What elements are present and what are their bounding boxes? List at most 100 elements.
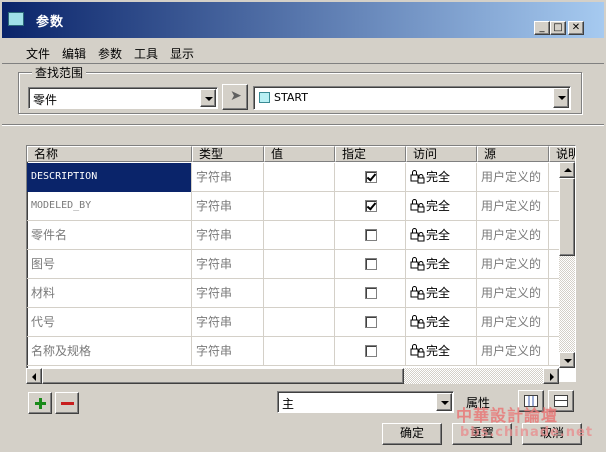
menu-edit[interactable]: 编辑 bbox=[62, 45, 86, 62]
param-type-cell[interactable]: 字符串 bbox=[192, 308, 264, 337]
lock-icon bbox=[410, 228, 425, 242]
param-source-cell[interactable]: 用户定义的 bbox=[477, 250, 549, 279]
scroll-down-button[interactable] bbox=[559, 352, 575, 368]
vertical-scroll-thumb[interactable] bbox=[559, 178, 575, 256]
param-type-cell[interactable]: 字符串 bbox=[192, 192, 264, 221]
model-select[interactable]: START bbox=[253, 86, 571, 110]
param-access-cell[interactable]: 完全 bbox=[406, 221, 477, 250]
scroll-up-button[interactable] bbox=[559, 162, 575, 178]
param-source-cell[interactable]: 用户定义的 bbox=[477, 337, 549, 366]
param-access-cell[interactable]: 完全 bbox=[406, 279, 477, 308]
lock-icon bbox=[410, 286, 425, 300]
forum-watermark-url: bbs.chinade.net bbox=[460, 425, 594, 440]
param-access-cell[interactable]: 完全 bbox=[406, 337, 477, 366]
ok-button[interactable]: 确定 bbox=[382, 423, 442, 445]
table-row[interactable]: MODELED_BY 字符串 完全 用户定义的 bbox=[27, 192, 573, 221]
param-source-cell[interactable]: 用户定义的 bbox=[477, 308, 549, 337]
col-value[interactable]: 值 bbox=[264, 146, 335, 162]
filter-select[interactable]: 主 bbox=[277, 391, 454, 413]
designated-checkbox[interactable] bbox=[365, 287, 377, 299]
access-level-text: 完全 bbox=[426, 170, 451, 184]
param-designated-cell[interactable] bbox=[335, 221, 406, 250]
remove-parameter-button[interactable] bbox=[55, 392, 79, 414]
scroll-left-button[interactable] bbox=[26, 368, 42, 384]
col-type[interactable]: 类型 bbox=[192, 146, 264, 162]
param-value-cell[interactable] bbox=[264, 337, 335, 366]
col-access[interactable]: 访问 bbox=[406, 146, 477, 162]
param-designated-cell[interactable] bbox=[335, 250, 406, 279]
table-row[interactable]: 零件名 字符串 完全 用户定义的 bbox=[27, 221, 573, 250]
param-name-cell[interactable]: 图号 bbox=[27, 250, 192, 279]
scroll-right-button[interactable] bbox=[543, 368, 559, 384]
table-row[interactable]: 材料 字符串 完全 用户定义的 bbox=[27, 279, 573, 308]
menu-tools[interactable]: 工具 bbox=[134, 45, 158, 62]
lock-icon bbox=[410, 315, 425, 329]
col-description[interactable]: 说明 bbox=[549, 146, 575, 162]
menu-file[interactable]: 文件 bbox=[26, 45, 50, 62]
param-type-cell[interactable]: 字符串 bbox=[192, 221, 264, 250]
col-name[interactable]: 名称 bbox=[27, 146, 192, 162]
filter-select-value: 主 bbox=[282, 397, 295, 411]
param-name-cell[interactable]: DESCRIPTION bbox=[27, 163, 192, 192]
param-value-cell[interactable] bbox=[264, 250, 335, 279]
table-row[interactable]: 名称及规格 字符串 完全 用户定义的 bbox=[27, 337, 573, 366]
param-designated-cell[interactable] bbox=[335, 308, 406, 337]
col-source[interactable]: 源 bbox=[477, 146, 549, 162]
param-type-cell[interactable]: 字符串 bbox=[192, 279, 264, 308]
app-icon bbox=[8, 12, 24, 26]
forum-watermark: 中華設計論壇 bbox=[456, 406, 559, 425]
param-access-cell[interactable]: 完全 bbox=[406, 250, 477, 279]
vertical-scrollbar[interactable] bbox=[559, 162, 575, 368]
table-row[interactable]: DESCRIPTION 字符串 完全 用户定义的 bbox=[27, 163, 573, 192]
param-type-cell[interactable]: 字符串 bbox=[192, 163, 264, 192]
horizontal-scrollbar[interactable] bbox=[26, 368, 559, 384]
designated-checkbox[interactable] bbox=[365, 200, 377, 212]
param-source-cell[interactable]: 用户定义的 bbox=[477, 192, 549, 221]
minimize-button[interactable]: _ bbox=[534, 21, 550, 35]
param-value-cell[interactable] bbox=[264, 221, 335, 250]
param-name-cell[interactable]: MODELED_BY bbox=[27, 192, 192, 221]
param-designated-cell[interactable] bbox=[335, 279, 406, 308]
menu-display[interactable]: 显示 bbox=[170, 45, 194, 62]
designated-checkbox[interactable] bbox=[365, 345, 377, 357]
param-type-cell[interactable]: 字符串 bbox=[192, 250, 264, 279]
param-name-cell[interactable]: 零件名 bbox=[27, 221, 192, 250]
param-source-cell[interactable]: 用户定义的 bbox=[477, 163, 549, 192]
designated-checkbox[interactable] bbox=[365, 258, 377, 270]
param-value-cell[interactable] bbox=[264, 308, 335, 337]
close-button[interactable]: ✕ bbox=[568, 21, 584, 35]
designated-checkbox[interactable] bbox=[365, 316, 377, 328]
table-row[interactable]: 代号 字符串 完全 用户定义的 bbox=[27, 308, 573, 337]
param-value-cell[interactable] bbox=[264, 279, 335, 308]
chevron-down-icon[interactable] bbox=[553, 88, 569, 108]
maximize-button[interactable]: □ bbox=[550, 21, 566, 35]
chevron-down-icon[interactable] bbox=[436, 393, 452, 411]
param-designated-cell[interactable] bbox=[335, 337, 406, 366]
designated-checkbox[interactable] bbox=[365, 229, 377, 241]
pick-model-button[interactable]: ➤ bbox=[222, 84, 248, 110]
chevron-down-icon[interactable] bbox=[200, 89, 216, 107]
param-access-cell[interactable]: 完全 bbox=[406, 163, 477, 192]
param-designated-cell[interactable] bbox=[335, 192, 406, 221]
scope-select[interactable]: 零件 bbox=[28, 87, 218, 109]
param-source-cell[interactable]: 用户定义的 bbox=[477, 221, 549, 250]
col-designated[interactable]: 指定 bbox=[335, 146, 406, 162]
add-parameter-button[interactable] bbox=[28, 392, 52, 414]
param-name-cell[interactable]: 材料 bbox=[27, 279, 192, 308]
param-type-cell[interactable]: 字符串 bbox=[192, 337, 264, 366]
scope-select-value: 零件 bbox=[33, 93, 58, 107]
param-access-cell[interactable]: 完全 bbox=[406, 192, 477, 221]
access-level-text: 完全 bbox=[426, 344, 451, 358]
param-access-cell[interactable]: 完全 bbox=[406, 308, 477, 337]
title-bar: 参数 _ □ ✕ bbox=[2, 2, 604, 38]
param-source-cell[interactable]: 用户定义的 bbox=[477, 279, 549, 308]
table-row[interactable]: 图号 字符串 完全 用户定义的 bbox=[27, 250, 573, 279]
param-name-cell[interactable]: 名称及规格 bbox=[27, 337, 192, 366]
param-name-cell[interactable]: 代号 bbox=[27, 308, 192, 337]
horizontal-scroll-thumb[interactable] bbox=[42, 368, 404, 384]
param-designated-cell[interactable] bbox=[335, 163, 406, 192]
param-value-cell[interactable] bbox=[264, 192, 335, 221]
menu-parameters[interactable]: 参数 bbox=[98, 45, 122, 62]
designated-checkbox[interactable] bbox=[365, 171, 377, 183]
param-value-cell[interactable] bbox=[264, 163, 335, 192]
